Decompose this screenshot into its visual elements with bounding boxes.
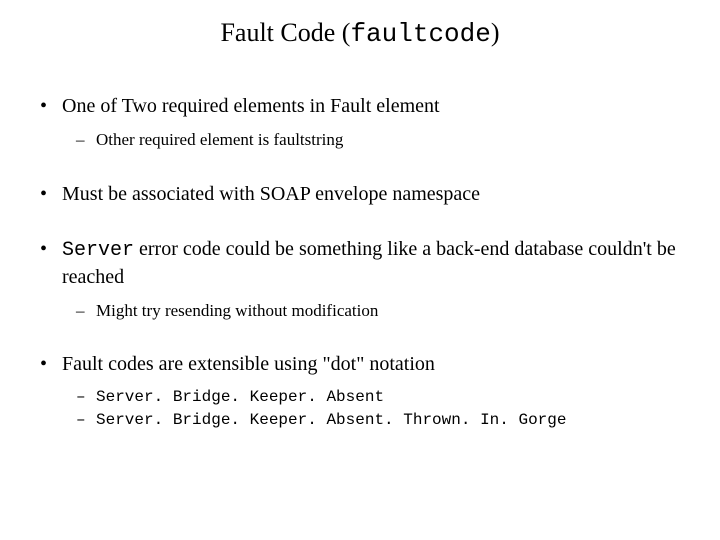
bullet-item: Fault codes are extensible using "dot" n… [38, 351, 690, 432]
sub-text: Server. Bridge. Keeper. Absent. Thrown. … [96, 411, 566, 429]
sub-text: Server. Bridge. Keeper. Absent [96, 388, 384, 406]
title-suffix: ) [491, 18, 500, 47]
sub-text: Might try resending without modification [96, 301, 378, 320]
bullet-item: Server error code could be something lik… [38, 236, 690, 324]
bullet-text: error code could be something like a bac… [62, 238, 676, 288]
sub-item-mono: Server. Bridge. Keeper. Absent [76, 386, 690, 409]
sub-list-mono: Server. Bridge. Keeper. Absent Server. B… [62, 386, 690, 432]
sub-item: Other required element is faultstring [76, 128, 690, 153]
title-prefix: Fault Code ( [220, 18, 350, 47]
bullet-code-prefix: Server [62, 239, 134, 262]
sub-item: Might try resending without modification [76, 299, 690, 324]
bullet-text: One of Two required elements in Fault el… [62, 95, 440, 117]
bullet-text: Fault codes are extensible using "dot" n… [62, 353, 435, 375]
slide-title: Fault Code (faultcode) [30, 18, 690, 49]
bullet-list: One of Two required elements in Fault el… [30, 93, 690, 433]
sub-list: Might try resending without modification [62, 299, 690, 324]
bullet-text: Must be associated with SOAP envelope na… [62, 183, 480, 205]
bullet-item: One of Two required elements in Fault el… [38, 93, 690, 153]
sub-item-mono: Server. Bridge. Keeper. Absent. Thrown. … [76, 409, 690, 432]
bullet-item: Must be associated with SOAP envelope na… [38, 181, 690, 208]
sub-text: Other required element is faultstring [96, 130, 343, 149]
sub-list: Other required element is faultstring [62, 128, 690, 153]
title-code: faultcode [350, 19, 490, 49]
